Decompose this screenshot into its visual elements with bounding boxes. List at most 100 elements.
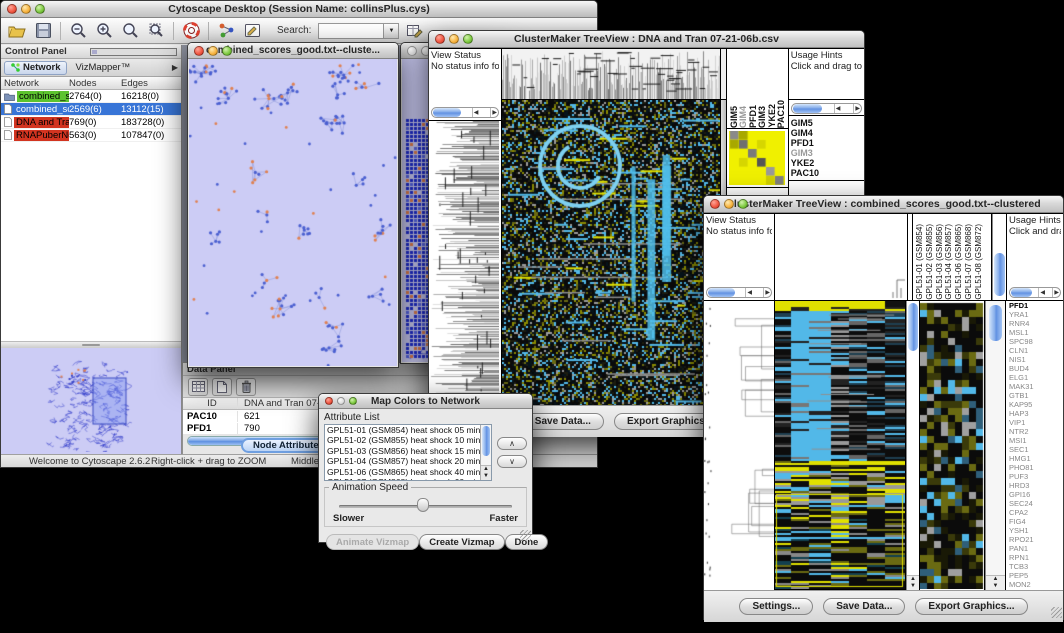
minimize-button[interactable] [337,397,345,405]
treeview-button[interactable]: Save Data... [522,413,604,430]
select-attributes-icon[interactable] [188,378,208,396]
zoom-button[interactable] [349,397,357,405]
main-titlebar[interactable]: Cytoscape Desktop (Session Name: collins… [1,1,597,18]
tv2-titlebar[interactable]: ClusterMaker TreeView : combined_scores_… [704,196,1063,213]
tv1-heatmap[interactable] [502,100,720,405]
network-overview-thumbnail[interactable] [1,348,181,454]
search-dropdown-arrow[interactable]: ▼ [384,23,399,39]
treeview-button[interactable]: Settings... [739,598,813,615]
gene-label[interactable]: SEC1 [1006,445,1063,454]
gene-label[interactable]: FIG4 [1006,517,1063,526]
speed-slider-thumb[interactable] [417,498,429,512]
gene-label[interactable]: MON2 [1006,580,1063,589]
tv2-labels-vscrollbar[interactable] [992,214,1006,300]
attribute-item[interactable]: GPL51-06 (GSM865) heat shock 40 min [325,467,479,477]
tv1-column-dendrogram[interactable] [502,49,720,99]
tv1-hints-hscrollbar[interactable]: ◀▶ [789,100,864,115]
gene-label[interactable]: PHO81 [1006,463,1063,472]
gene-label[interactable]: MAK31 [1006,382,1063,391]
annotation-icon[interactable] [241,21,263,41]
gene-label[interactable]: RNR4 [1006,319,1063,328]
tab-overflow-arrow[interactable]: ▶ [172,63,178,72]
gene-label[interactable]: MSL1 [1006,328,1063,337]
gene-label[interactable]: YRA1 [1006,310,1063,319]
gene-label[interactable]: HRD3 [1006,481,1063,490]
create-vizmap-button[interactable]: Create Vizmap [419,534,504,550]
new-attribute-icon[interactable] [212,378,232,396]
gene-label[interactable]: RPO21 [1006,535,1063,544]
zoom-button[interactable] [35,4,45,14]
zoom-button[interactable] [463,34,473,44]
help-icon[interactable] [180,21,202,41]
tv2-row-dendrogram[interactable] [704,301,774,590]
network-table-row[interactable]: DNA and Tran 07769(0)183728(0) [1,116,181,129]
view-status-hscrollbar[interactable]: ◀▶ [431,107,499,118]
tv1-titlebar[interactable]: ClusterMaker TreeView : DNA and Tran 07-… [429,31,864,48]
zoom-out-icon[interactable] [67,21,89,41]
tv2-detail-heatmap[interactable] [920,301,984,590]
zoom-fit-icon[interactable] [119,21,141,41]
treeview-button[interactable]: Save Data... [823,598,905,615]
gene-label[interactable]: CPA2 [1006,508,1063,517]
network-canvas[interactable] [189,59,397,366]
close-button[interactable] [710,199,720,209]
close-button[interactable] [407,46,417,56]
gene-label[interactable]: HMG1 [1006,454,1063,463]
move-down-button[interactable]: ∨ [497,455,527,468]
tv1-row-dendrogram[interactable] [429,121,501,405]
close-button[interactable] [7,4,17,14]
gene-label[interactable]: PUF3 [1006,472,1063,481]
treeview-button[interactable]: Export Graphics... [915,598,1027,615]
network-table-row[interactable]: RNAPuberNov2+563(0)107847(0) [1,129,181,142]
gene-label[interactable]: HAP3 [1006,409,1063,418]
gene-label[interactable]: RPN1 [1006,553,1063,562]
network-editor-icon[interactable] [215,21,237,41]
gene-label[interactable]: PFD1 [1006,301,1063,310]
attribute-editor-icon[interactable] [403,21,425,41]
search-input[interactable] [318,23,384,39]
zoom-selected-icon[interactable] [145,21,167,41]
attribute-item[interactable]: GPL51-03 (GSM856) heat shock 15 min [325,446,479,456]
close-button[interactable] [325,397,333,405]
minimize-button[interactable] [724,199,734,209]
float-panel-icon[interactable] [90,48,177,56]
attribute-item[interactable]: GPL51-01 (GSM854) heat shock 05 min [325,425,479,435]
tv2-global-vscrollbar[interactable]: ▲▼ [906,301,919,590]
tv2-column-dendrogram[interactable] [775,214,907,300]
usage-hints-hscrollbar[interactable]: ◀▶ [1009,287,1061,298]
attribute-item[interactable]: GPL51-07 (GSM868) heat shock 60 min [325,477,479,481]
minimize-button[interactable] [21,4,31,14]
tab-network[interactable]: Network [4,61,67,75]
gene-label[interactable]: BUD4 [1006,364,1063,373]
gene-label[interactable]: SPC98 [1006,337,1063,346]
delete-attribute-icon[interactable] [236,378,256,396]
move-up-button[interactable]: ∧ [497,437,527,450]
gene-label[interactable]: MSI1 [1006,436,1063,445]
tv1-zoom-matrix[interactable] [727,129,788,187]
resize-grip[interactable] [520,530,531,541]
resize-grip[interactable] [1051,607,1062,618]
tab-vizmapper[interactable]: VizMapper™ [69,61,136,75]
gene-label[interactable]: KAP95 [1006,400,1063,409]
gene-label[interactable]: YSH1 [1006,526,1063,535]
gene-label[interactable]: NIS1 [1006,355,1063,364]
save-session-button[interactable] [32,21,54,41]
tv2-genelist-vscrollbar[interactable]: ▲▼ [985,301,1005,590]
network-table-row[interactable]: combined_sco2569(6)13112(15) [1,103,181,116]
close-button[interactable] [194,46,204,56]
gene-label[interactable]: PAN1 [1006,544,1063,553]
attribute-list-vscrollbar[interactable]: ▲▼ [480,425,491,480]
network-table-row[interactable]: combined_scores2764(0)16218(0) [1,90,181,103]
view-status-hscrollbar[interactable]: ◀▶ [706,287,772,298]
gene-label[interactable]: VIP1 [1006,418,1063,427]
netwin1-titlebar[interactable]: combined_scores_good.txt--cluste... [188,43,398,59]
tv2-global-heatmap[interactable] [775,301,905,590]
gene-label[interactable]: NTR2 [1006,427,1063,436]
gene-label[interactable]: SEC24 [1006,499,1063,508]
gene-label[interactable]: CLN1 [1006,346,1063,355]
gene-label[interactable]: GPI16 [1006,490,1063,499]
zoom-button[interactable] [738,199,748,209]
minimize-button[interactable] [208,46,218,56]
open-session-button[interactable] [6,21,28,41]
attribute-item[interactable]: GPL51-04 (GSM857) heat shock 20 min [325,456,479,466]
